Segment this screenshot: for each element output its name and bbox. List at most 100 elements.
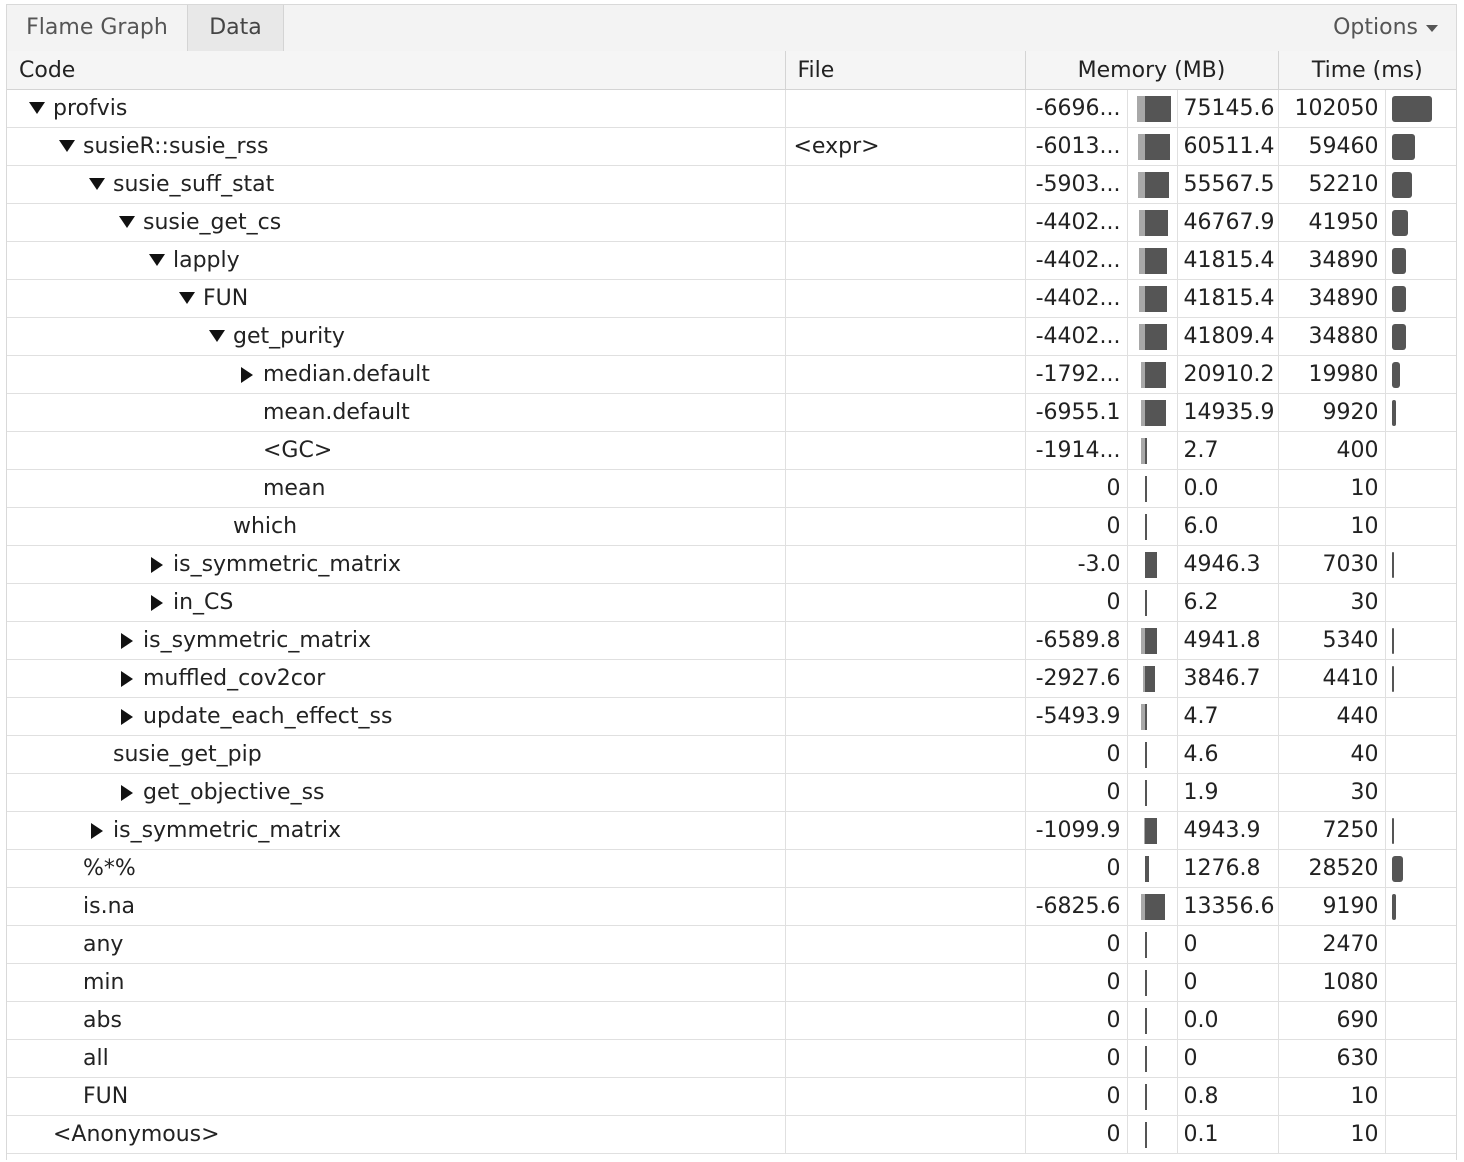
memory-bar-cell [1127,1039,1178,1078]
table-row[interactable]: is.na -6825.6 13356.6 9190 [7,887,1457,926]
time-value: 10 [1278,1115,1386,1154]
tab-flame-graph[interactable]: Flame Graph [7,5,187,51]
collapse-triangle-right-icon[interactable] [121,633,133,649]
table-row[interactable]: mean.default -6955.1 14935.9 9920 [7,393,1457,432]
memory-freed-value: -1792... [1025,355,1128,394]
expand-triangle-down-icon[interactable] [89,178,105,190]
collapse-triangle-right-icon[interactable] [241,367,253,383]
memory-bar-cell [1127,203,1178,242]
column-header-memory[interactable]: Memory (MB) [1025,51,1279,90]
expand-triangle-down-icon[interactable] [179,292,195,304]
collapse-triangle-right-icon[interactable] [121,671,133,687]
table-row[interactable]: get_purity -4402... 41809.4 34880 [7,317,1457,356]
collapse-triangle-right-icon[interactable] [121,785,133,801]
table-row[interactable]: lapply -4402... 41815.4 34890 [7,241,1457,280]
options-label: Options [1333,15,1418,40]
code-cell: is_symmetric_matrix [7,811,786,850]
expand-triangle-down-icon[interactable] [209,330,225,342]
code-cell: lapply [7,241,786,280]
table-row[interactable]: susie_get_cs -4402... 46767.9 41950 [7,203,1457,242]
time-bar [1391,286,1406,312]
code-cell: min [7,963,786,1002]
file-cell [785,963,1026,1002]
memory-freed-value: -4402... [1025,241,1128,280]
table-row[interactable]: susie_suff_stat -5903... 55567.5 52210 [7,165,1457,204]
time-bar-cell [1385,469,1457,508]
file-cell [785,1077,1026,1116]
caret-down-icon [1426,24,1438,32]
memory-bar-cell [1127,431,1178,470]
column-header-time[interactable]: Time (ms) [1278,51,1457,90]
collapse-triangle-right-icon[interactable] [121,709,133,725]
profile-data-table: Code File Memory (MB) Time (ms) profvis -… [7,51,1457,1154]
time-value: 690 [1278,1001,1386,1040]
time-value: 19980 [1278,355,1386,394]
memory-alloc-value: 4946.3 [1177,545,1279,584]
memory-alloc-value: 4943.9 [1177,811,1279,850]
table-row[interactable]: profvis -6696... 75145.6 102050 [7,89,1457,128]
expand-triangle-down-icon[interactable] [149,254,165,266]
memory-alloc-bar [1144,324,1167,350]
table-row[interactable]: mean 0 0.0 10 [7,469,1457,508]
memory-alloc-bar [1144,96,1171,122]
table-row[interactable]: abs 0 0.0 690 [7,1001,1457,1040]
memory-alloc-bar [1144,628,1157,654]
table-row[interactable]: <GC> -1914... 2.7 400 [7,431,1457,470]
memory-bar-cell [1127,89,1178,128]
expand-triangle-down-icon[interactable] [119,216,135,228]
table-row[interactable]: is_symmetric_matrix -6589.8 4941.8 5340 [7,621,1457,660]
time-value: 102050 [1278,89,1386,128]
collapse-triangle-right-icon[interactable] [151,557,163,573]
table-row[interactable]: in_CS 0 6.2 30 [7,583,1457,622]
memory-alloc-bar [1144,1122,1147,1148]
code-cell: get_purity [7,317,786,356]
memory-bar-cell [1127,659,1178,698]
table-row[interactable]: muffled_cov2cor -2927.6 3846.7 4410 [7,659,1457,698]
memory-alloc-bar [1144,780,1147,806]
column-header-file[interactable]: File [785,51,1026,90]
table-row[interactable]: susie_get_pip 0 4.6 40 [7,735,1457,774]
function-label: lapply [173,248,240,273]
collapse-triangle-right-icon[interactable] [91,823,103,839]
table-row[interactable]: FUN -4402... 41815.4 34890 [7,279,1457,318]
time-bar [1391,818,1394,844]
memory-bar-cell [1127,317,1178,356]
function-label: <GC> [263,438,333,463]
table-row[interactable]: any 0 0 2470 [7,925,1457,964]
table-row[interactable]: %*% 0 1276.8 28520 [7,849,1457,888]
memory-bar-cell [1127,773,1178,812]
table-row[interactable]: is_symmetric_matrix -3.0 4946.3 7030 [7,545,1457,584]
code-cell: get_objective_ss [7,773,786,812]
table-row[interactable]: <Anonymous> 0 0.1 10 [7,1115,1457,1154]
memory-bar-cell [1127,469,1178,508]
table-row[interactable]: FUN 0 0.8 10 [7,1077,1457,1116]
function-label: profvis [53,96,128,121]
time-bar-cell [1385,545,1457,584]
collapse-triangle-right-icon[interactable] [151,595,163,611]
table-row[interactable]: susieR::susie_rss <expr> -6013... 60511.4 59… [7,127,1457,166]
tab-data[interactable]: Data [187,5,284,51]
table-row[interactable]: get_objective_ss 0 1.9 30 [7,773,1457,812]
memory-alloc-value: 0 [1177,925,1279,964]
table-row[interactable]: all 0 0 630 [7,1039,1457,1078]
code-cell: <GC> [7,431,786,470]
options-dropdown[interactable]: Options [1333,5,1438,51]
time-bar [1391,134,1415,160]
code-cell: muffled_cov2cor [7,659,786,698]
memory-freed-value: 0 [1025,469,1128,508]
table-row[interactable]: which 0 6.0 10 [7,507,1457,546]
table-row[interactable]: update_each_effect_ss -5493.9 4.7 440 [7,697,1457,736]
file-cell [785,849,1026,888]
table-row[interactable]: is_symmetric_matrix -1099.9 4943.9 7250 [7,811,1457,850]
table-row[interactable]: min 0 0 1080 [7,963,1457,1002]
code-cell: susieR::susie_rss [7,127,786,166]
time-bar [1391,248,1406,274]
expand-triangle-down-icon[interactable] [59,140,75,152]
expand-triangle-down-icon[interactable] [29,102,45,114]
time-bar-cell [1385,393,1457,432]
memory-bar-cell [1127,355,1178,394]
time-value: 7250 [1278,811,1386,850]
table-row[interactable]: median.default -1792... 20910.2 19980 [7,355,1457,394]
function-label: %*% [83,856,136,881]
column-header-code[interactable]: Code [7,51,786,90]
